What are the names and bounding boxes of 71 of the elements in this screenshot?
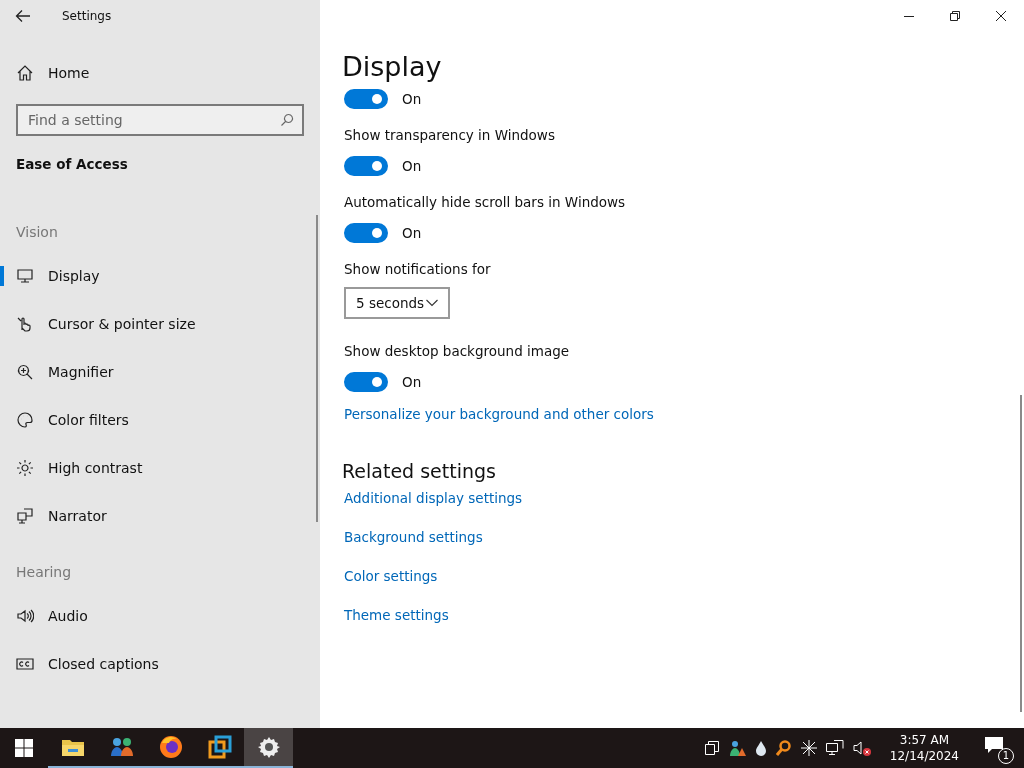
toggle-switch[interactable] (344, 223, 388, 243)
clock-time: 3:57 AM (899, 732, 950, 748)
dropdown[interactable]: 5 seconds (344, 287, 450, 319)
droplet-icon[interactable] (754, 740, 767, 756)
link[interactable]: Color settings (344, 568, 438, 584)
magnifier-icon (16, 363, 34, 381)
clock-date: 12/14/2024 (889, 748, 959, 764)
task-view-icon[interactable] (704, 741, 719, 755)
nav-item[interactable]: High contrast (0, 444, 320, 492)
pointer-icon (16, 315, 34, 333)
speech-bubble-icon (984, 736, 1004, 754)
link[interactable]: Additional display settings (344, 490, 523, 506)
nav-item[interactable]: Magnifier (0, 348, 320, 396)
section-heading: Related settings (342, 460, 497, 482)
group-heading: Hearing (15, 563, 73, 582)
setting-label: Show desktop background image (344, 342, 571, 361)
taskbar-app[interactable] (244, 728, 293, 768)
window-title: Settings (62, 9, 112, 23)
home-label: Home (48, 65, 90, 81)
search-icon (280, 113, 294, 127)
link[interactable]: Personalize your background and other colors (344, 406, 654, 422)
muted-speaker-icon[interactable] (852, 740, 873, 756)
category-heading: Ease of Access (16, 156, 129, 174)
sun-icon (16, 459, 34, 477)
link[interactable]: Theme settings (344, 607, 449, 623)
scrollbar[interactable] (1020, 395, 1022, 712)
magnifier-icon[interactable] (775, 740, 792, 756)
home-icon (16, 64, 34, 82)
restore-icon (950, 11, 960, 21)
nav-item[interactable]: Narrator (0, 492, 320, 540)
folder-icon (60, 737, 85, 757)
clock[interactable]: 3:57 AM 12/14/2024 (889, 732, 959, 764)
back-arrow-icon (15, 9, 31, 23)
home-link[interactable]: Home (0, 50, 320, 96)
setting-label: Show transparency in Windows (344, 126, 556, 145)
close-icon (996, 11, 1006, 21)
nav-item[interactable]: Cursor & pointer size (0, 300, 320, 348)
toggle-state: On (402, 374, 422, 390)
asterisk-icon[interactable] (800, 740, 817, 756)
page-title: Display (342, 50, 442, 84)
chevron-down-icon (426, 299, 438, 307)
toggle-switch[interactable] (344, 89, 388, 109)
group-heading: Vision (15, 223, 59, 242)
nav-item[interactable]: Display (0, 252, 320, 300)
scrollbar[interactable] (316, 215, 318, 522)
toggle-state: On (402, 158, 422, 174)
speaker-icon (16, 607, 34, 625)
network-icon[interactable] (825, 740, 844, 756)
search-field[interactable]: Find a setting (16, 104, 304, 136)
windows-logo-icon (15, 739, 33, 757)
cc-icon (16, 655, 34, 673)
gear-icon (256, 735, 281, 759)
setting-label: Show notifications for (344, 260, 492, 279)
toggle-switch[interactable] (344, 372, 388, 392)
nav-item[interactable]: Audio (0, 592, 320, 640)
notification-count: 1 (998, 748, 1014, 764)
people-icon (109, 736, 134, 758)
narrator-icon (16, 507, 34, 525)
monitor-icon (16, 267, 34, 285)
palette-icon (16, 411, 34, 429)
people-icon[interactable] (727, 739, 746, 757)
link[interactable]: Background settings (344, 529, 483, 545)
setting-label: Automatically hide scroll bars in Windows (344, 193, 627, 212)
firefox-icon (158, 735, 183, 759)
toggle-switch[interactable] (344, 156, 388, 176)
toggle-state: On (402, 91, 422, 107)
toggle-state: On (402, 225, 422, 241)
nav-item[interactable]: Closed captions (0, 640, 320, 688)
notifications-button[interactable]: 1 (982, 732, 1014, 764)
overlapping-squares-icon (207, 735, 232, 759)
nav-item[interactable]: Color filters (0, 396, 320, 444)
